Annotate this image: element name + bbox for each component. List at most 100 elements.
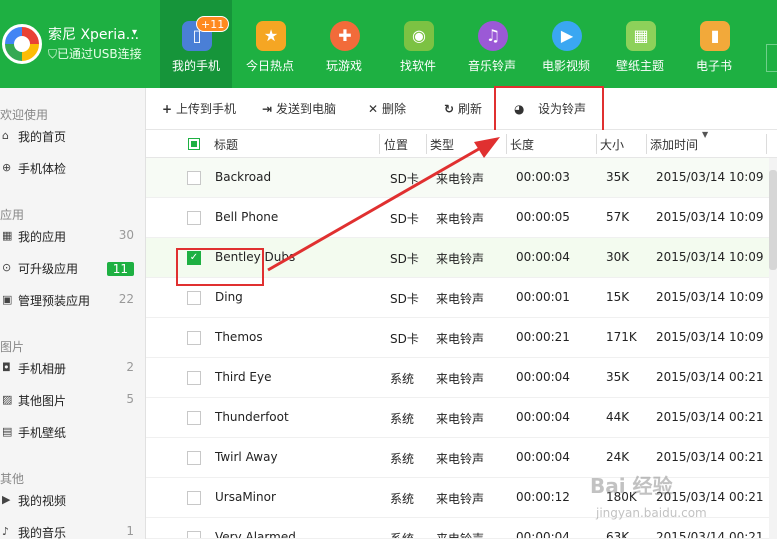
cell-size: 15K — [606, 290, 630, 304]
column-divider[interactable] — [379, 134, 380, 154]
delete-button[interactable]: ✕ 删除 — [368, 100, 406, 118]
nav-games[interactable]: ✚ 玩游戏 — [308, 0, 380, 88]
sidebar-item-video[interactable]: ▶ 我的视频 — [0, 490, 146, 514]
update-badge: +11 — [196, 16, 230, 32]
plus-circle-icon: ⊕ — [2, 161, 12, 174]
sidebar-item-music[interactable]: ♪ 我的音乐 1 — [0, 522, 146, 539]
device-name: 索尼 Xperia... — [48, 27, 140, 43]
cell-location: SD卡 — [390, 252, 419, 266]
column-divider[interactable] — [646, 134, 647, 154]
connection-status-text: 已通过USB连接 — [57, 47, 142, 61]
cell-length: 00:00:04 — [516, 410, 570, 424]
header-location[interactable]: 位置 — [384, 136, 408, 153]
select-all-checkbox[interactable] — [188, 138, 200, 150]
row-checkbox[interactable] — [187, 291, 201, 305]
cell-size: 24K — [606, 450, 630, 464]
camera-icon: ◘ — [2, 361, 11, 374]
column-divider[interactable] — [506, 134, 507, 154]
cell-location: 系统 — [390, 492, 415, 506]
overflow-handle[interactable] — [766, 44, 777, 72]
gamepad-icon: ✚ — [330, 21, 360, 51]
cell-added: 2015/03/14 10:09 — [656, 330, 764, 344]
sidebar-section-apps: 应用 — [0, 208, 25, 222]
sidebar-item-other-pictures[interactable]: ▨ 其他图片 5 — [0, 390, 146, 414]
video-icon: ▶ — [2, 493, 11, 506]
sidebar-item-home[interactable]: ⌂ 我的首页 — [0, 126, 146, 150]
table-row[interactable]: Third Eye 系统 来电铃声 00:00:04 35K 2015/03/1… — [146, 358, 777, 398]
cell-type: 来电铃声 — [436, 292, 485, 306]
sidebar-item-label: 我的应用 — [18, 230, 67, 244]
nav-videos[interactable]: ▶ 电影视频 — [530, 0, 602, 88]
column-divider[interactable] — [766, 134, 767, 154]
sidebar-item-preinstalled[interactable]: ▣ 管理预装应用 22 — [0, 290, 146, 314]
button-label: 删除 — [382, 102, 407, 116]
sidebar-item-checkup[interactable]: ⊕ 手机体检 — [0, 158, 146, 182]
header-length[interactable]: 长度 — [510, 136, 534, 153]
cell-length: 00:00:04 — [516, 530, 570, 539]
scrollbar-thumb[interactable] — [769, 170, 777, 270]
nav-ringtones[interactable]: ♫ 音乐铃声 — [456, 0, 528, 88]
cell-size: 35K — [606, 170, 630, 184]
cell-location: 系统 — [390, 412, 415, 426]
android-icon: ◉ — [404, 21, 434, 51]
nav-label: 壁纸主题 — [615, 59, 664, 73]
sidebar-section-welcome: 欢迎使用 — [0, 108, 49, 122]
row-checkbox[interactable] — [187, 411, 201, 425]
column-divider[interactable] — [596, 134, 597, 154]
row-checkbox[interactable] — [187, 531, 201, 538]
header-size[interactable]: 大小 — [600, 136, 624, 153]
nav-software[interactable]: ◉ 找软件 — [382, 0, 454, 88]
count-badge: 22 — [118, 292, 134, 306]
sidebar-item-upgradable[interactable]: ⊙ 可升级应用 11 — [0, 258, 146, 282]
send-to-pc-button[interactable]: ⇥ 发送到电脑 — [262, 100, 336, 118]
export-icon: ⇥ — [262, 102, 273, 116]
sidebar-item-label: 我的音乐 — [18, 526, 67, 539]
sidebar-item-label: 我的首页 — [18, 130, 67, 144]
header-type[interactable]: 类型 — [430, 136, 454, 153]
table-row[interactable]: Thunderfoot 系统 来电铃声 00:00:04 44K 2015/03… — [146, 398, 777, 438]
chevron-down-icon[interactable]: ▾ — [132, 27, 137, 38]
sidebar-item-album[interactable]: ◘ 手机相册 2 — [0, 358, 146, 382]
row-checkbox[interactable] — [187, 451, 201, 465]
table-row[interactable]: Twirl Away 系统 来电铃声 00:00:04 24K 2015/03/… — [146, 438, 777, 478]
table-row[interactable]: Backroad SD卡 来电铃声 00:00:03 35K 2015/03/1… — [146, 158, 777, 198]
nav-label: 今日热点 — [245, 59, 294, 73]
nav-today-hot[interactable]: ★ 今日热点 — [234, 0, 306, 88]
nav-label: 玩游戏 — [325, 59, 362, 73]
home-icon: ⌂ — [2, 129, 9, 142]
nav-my-phone[interactable]: ▯ +11 我的手机 — [160, 0, 232, 88]
upload-to-phone-button[interactable]: + 上传到手机 — [162, 100, 236, 118]
row-checkbox[interactable] — [187, 371, 201, 385]
toolbar: + 上传到手机 ⇥ 发送到电脑 ✕ 删除 ↻ 刷新 ◕ 设为铃声 — [146, 88, 777, 130]
table-row[interactable]: Themos SD卡 来电铃声 00:00:21 171K 2015/03/14… — [146, 318, 777, 358]
header-title[interactable]: 标题 — [214, 136, 238, 153]
sidebar-section-other: 其他 — [0, 472, 25, 486]
cell-title: Ding — [215, 290, 243, 304]
column-divider[interactable] — [426, 134, 427, 154]
cell-title: Third Eye — [215, 370, 272, 384]
nav-ebooks[interactable]: ▮ 电子书 — [678, 0, 750, 88]
cell-added: 2015/03/14 00:21 — [656, 530, 764, 539]
sidebar-item-my-apps[interactable]: ▦ 我的应用 30 — [0, 226, 146, 250]
refresh-button[interactable]: ↻ 刷新 — [444, 100, 482, 118]
row-checkbox[interactable] — [187, 171, 201, 185]
shield-icon: ⛉ — [48, 47, 58, 61]
cell-type: 来电铃声 — [436, 212, 485, 226]
cell-type: 来电铃声 — [436, 252, 485, 266]
cell-size: 44K — [606, 410, 630, 424]
device-selector[interactable]: 索尼 Xperia... ▾ ⛉已通过USB连接 — [0, 0, 160, 88]
table-row[interactable]: Very Alarmed 系统 来电铃声 00:00:04 63K 2015/0… — [146, 518, 777, 539]
star-icon: ★ — [256, 21, 286, 51]
close-icon: ✕ — [368, 102, 379, 116]
cell-location: SD卡 — [390, 332, 419, 346]
sidebar-item-wallpaper[interactable]: ▤ 手机壁纸 — [0, 422, 146, 446]
cell-added: 2015/03/14 00:21 — [656, 450, 764, 464]
cell-location: SD卡 — [390, 172, 419, 186]
row-checkbox[interactable] — [187, 491, 201, 505]
row-checkbox[interactable] — [187, 331, 201, 345]
row-checkbox[interactable] — [187, 211, 201, 225]
sidebar: 欢迎使用 ⌂ 我的首页 ⊕ 手机体检 应用 ▦ 我的应用 30 ⊙ 可升级应用 … — [0, 88, 146, 539]
nav-wallpapers[interactable]: ▦ 壁纸主题 — [604, 0, 676, 88]
header-added-time[interactable]: 添加时间 — [650, 136, 698, 153]
table-row[interactable]: Bell Phone SD卡 来电铃声 00:00:05 57K 2015/03… — [146, 198, 777, 238]
